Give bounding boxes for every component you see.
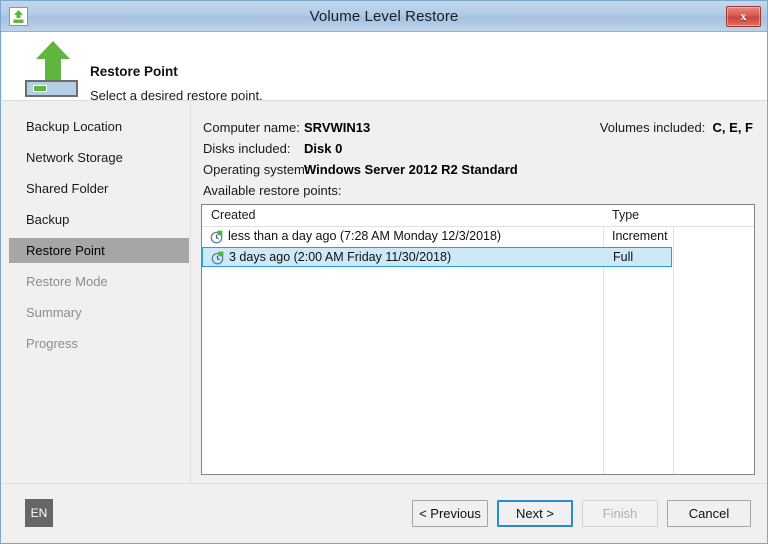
computer-name-label: Computer name: — [203, 120, 300, 135]
table-row[interactable]: 3 days ago (2:00 AM Friday 11/30/2018) F… — [202, 247, 672, 267]
finish-button: Finish — [582, 500, 658, 527]
operating-system-value: Windows Server 2012 R2 Standard — [304, 162, 518, 177]
restore-point-type: Increment — [612, 229, 668, 243]
sidebar-item-progress: Progress — [26, 336, 79, 351]
green-up-arrow-icon — [36, 41, 70, 80]
list-header-row: Created Type — [202, 205, 754, 227]
sidebar-item-summary: Summary — [26, 305, 82, 320]
disks-included-value: Disk 0 — [304, 141, 343, 156]
available-restore-points-label: Available restore points: — [203, 183, 342, 198]
computer-name-value: SRVWIN13 — [304, 120, 371, 135]
logo-tray — [25, 80, 78, 97]
column-header-type[interactable]: Type — [612, 205, 639, 226]
wizard-header: Restore Point Select a desired restore p… — [2, 32, 767, 103]
restore-logo — [21, 38, 83, 98]
restore-point-clock-icon — [210, 230, 224, 244]
restore-point-type: Full — [613, 250, 634, 264]
cancel-button[interactable]: Cancel — [667, 500, 751, 527]
sidebar-item-restore-mode: Restore Mode — [26, 274, 108, 289]
volume-level-restore-window: Volume Level Restore x Restore Point Sel… — [0, 0, 768, 544]
sidebar-item-shared-folder[interactable]: Shared Folder — [9, 176, 189, 201]
restore-point-created: 3 days ago (2:00 AM Friday 11/30/2018) — [229, 250, 452, 264]
sidebar-item-network-storage[interactable]: Network Storage — [9, 145, 189, 170]
volumes-included-row: Volumes included: C, E, F — [600, 120, 753, 135]
title-bar: Volume Level Restore x — [1, 1, 767, 32]
disks-included-row: Disks included: Disk 0 — [203, 141, 342, 156]
main-pane: Computer name: SRVWIN13 Volumes included:… — [192, 101, 767, 483]
page-title: Restore Point — [90, 64, 178, 79]
computer-name-row: Computer name: SRVWIN13 — [203, 120, 370, 135]
sidebar-item-restore-point[interactable]: Restore Point — [9, 238, 189, 263]
restore-points-list[interactable]: Created Type less than a day ago (7:28 A… — [201, 204, 755, 475]
language-badge[interactable]: EN — [25, 499, 53, 527]
window-title: Volume Level Restore — [309, 8, 459, 25]
previous-button[interactable]: < Previous — [412, 500, 488, 527]
sidebar-item-backup[interactable]: Backup — [9, 207, 189, 232]
next-button[interactable]: Next > — [497, 500, 573, 527]
wizard-sidebar: Backup Location Network Storage Shared F… — [2, 101, 191, 483]
sidebar-item-backup-location[interactable]: Backup Location — [9, 114, 189, 139]
operating-system-row: Operating system:Windows Server 2012 R2 … — [203, 162, 518, 177]
restore-point-clock-icon — [211, 251, 225, 265]
column-header-created[interactable]: Created — [211, 205, 255, 226]
restore-point-created: less than a day ago (7:28 AM Monday 12/3… — [228, 229, 502, 243]
disks-included-label: Disks included: — [203, 141, 291, 156]
close-button[interactable]: x — [726, 6, 761, 27]
volumes-included-value: C, E, F — [712, 120, 753, 135]
column-separator-2 — [673, 205, 674, 474]
wizard-footer: EN < Previous Next > Finish Cancel — [2, 483, 767, 543]
operating-system-label: Operating system: — [203, 162, 309, 177]
close-icon: x — [740, 9, 747, 23]
table-row[interactable]: less than a day ago (7:28 AM Monday 12/3… — [202, 227, 672, 247]
volumes-included-label: Volumes included: — [599, 120, 706, 135]
